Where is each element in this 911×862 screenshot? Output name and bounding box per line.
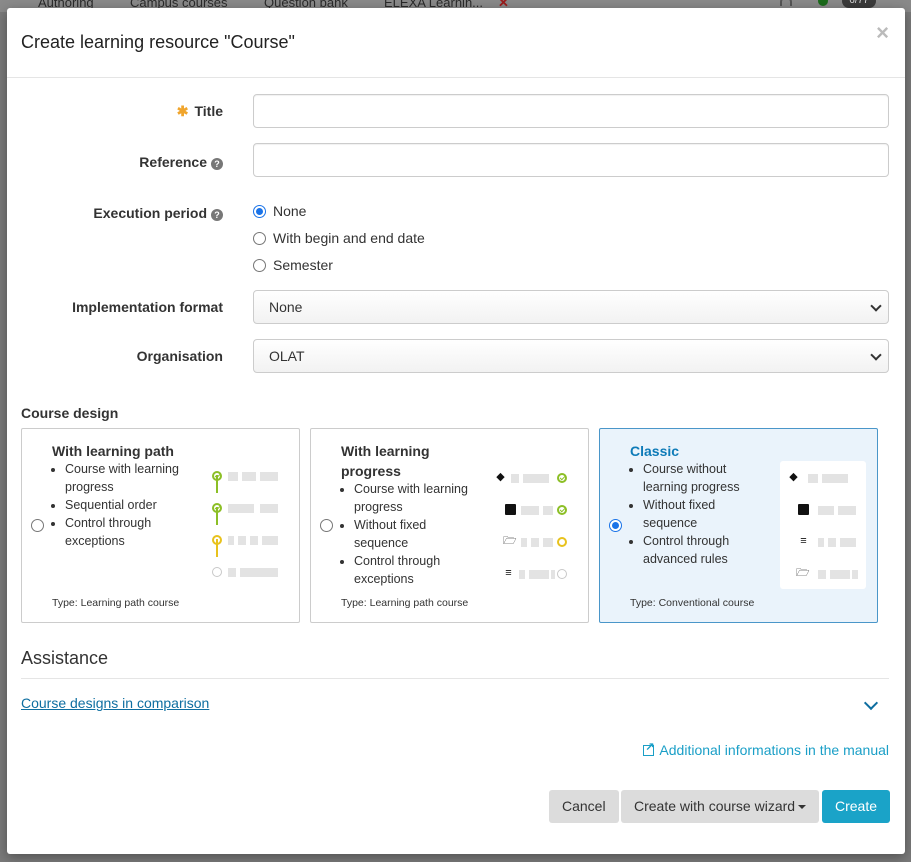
edit-icon: [505, 504, 516, 515]
learning-path-illustration: [202, 461, 288, 589]
list-item: Control through exceptions: [354, 552, 481, 588]
execution-option-label: Semester: [273, 257, 333, 273]
design-card-learning-progress[interactable]: With learning progress Course with learn…: [310, 428, 589, 623]
title-label: ✱ Title: [177, 103, 223, 120]
implementation-format-value: None: [269, 299, 303, 315]
help-icon[interactable]: ?: [211, 158, 223, 170]
implementation-format-select[interactable]: None: [253, 290, 889, 324]
classic-illustration: ◆ ≡ 🗁: [780, 461, 866, 589]
card-feature-list: Course with learning progress Sequential…: [52, 460, 192, 550]
reference-input[interactable]: [253, 143, 889, 177]
caret-down-icon: [798, 805, 807, 809]
execution-option-label: None: [273, 203, 307, 219]
card-feature-list: Course without learning progress Without…: [630, 460, 770, 568]
card-type: Type: Learning path course: [52, 597, 180, 609]
radio-button[interactable]: [253, 258, 266, 272]
rss-icon: [780, 0, 792, 6]
card-title: With learning path: [52, 443, 174, 459]
cube-icon: ◆: [496, 471, 505, 483]
execution-option-semester[interactable]: Semester: [253, 256, 333, 274]
course-wizard-button[interactable]: Create with course wizard: [621, 790, 820, 823]
design-card-classic[interactable]: Classic Course without learning progress…: [599, 428, 878, 623]
course-wizard-label: Create with course wizard: [634, 798, 796, 814]
background-badge: 6/77: [842, 0, 876, 8]
list-item: Course with learning progress: [65, 460, 192, 496]
execution-period-label-text: Execution period: [93, 205, 207, 221]
radio-button[interactable]: [320, 519, 333, 532]
list-item: Control through exceptions: [65, 514, 192, 550]
radio-button-checked[interactable]: [253, 204, 266, 218]
dialog-header: Create learning resource "Course" ×: [7, 8, 905, 78]
list-icon: ≡: [505, 567, 512, 579]
learning-progress-illustration: ◆ 🗁 ≡: [491, 461, 577, 589]
reference-label-text: Reference: [139, 154, 207, 170]
list-icon: ≡: [800, 535, 807, 547]
card-type: Type: Learning path course: [341, 597, 469, 609]
organisation-label: Organisation: [136, 348, 223, 364]
list-item: Control through advanced rules: [643, 532, 770, 568]
execution-option-none[interactable]: None: [253, 202, 306, 220]
course-design-label: Course design: [21, 405, 119, 421]
help-icon[interactable]: ?: [211, 209, 223, 221]
folder-icon: 🗁: [503, 535, 517, 547]
create-course-dialog: Create learning resource "Course" × ✱ Tit…: [7, 8, 905, 854]
assistance-heading: Assistance: [21, 648, 109, 668]
edit-icon: [798, 504, 809, 515]
course-designs-comparison-link[interactable]: Course designs in comparison: [21, 695, 209, 711]
card-title: With learning progress: [341, 443, 430, 479]
status-dot-icon: [818, 0, 828, 6]
list-item: Without fixed sequence: [354, 516, 481, 552]
title-input[interactable]: [253, 94, 889, 128]
manual-link-text[interactable]: Additional informations in the manual: [659, 742, 889, 758]
reference-label: Reference?: [139, 154, 223, 170]
close-icon[interactable]: ×: [876, 20, 889, 46]
chevron-down-icon: [870, 300, 882, 312]
manual-link[interactable]: Additional informations in the manual: [643, 740, 889, 758]
radio-button-checked[interactable]: [609, 519, 622, 532]
list-item: Course without learning progress: [643, 460, 770, 496]
folder-icon: 🗁: [796, 567, 810, 579]
list-item: Sequential order: [65, 496, 192, 514]
cancel-button[interactable]: Cancel: [549, 790, 619, 823]
organisation-value: OLAT: [269, 348, 305, 364]
execution-option-label: With begin and end date: [273, 230, 425, 246]
dialog-title: Create learning resource "Course": [21, 32, 295, 52]
design-card-learning-path[interactable]: With learning path Course with learning …: [21, 428, 300, 623]
list-item: Course with learning progress: [354, 480, 481, 516]
chevron-down-icon: [870, 349, 882, 361]
cube-icon: ◆: [789, 471, 798, 483]
divider: [21, 678, 889, 679]
title-label-text: Title: [194, 103, 223, 119]
card-type: Type: Conventional course: [630, 597, 755, 609]
external-link-icon: [643, 740, 655, 756]
card-title: Classic: [630, 443, 680, 459]
chevron-down-icon[interactable]: [863, 695, 879, 711]
required-icon: ✱: [176, 103, 189, 119]
list-item: Without fixed sequence: [643, 496, 770, 532]
implementation-format-label: Implementation format: [72, 299, 223, 315]
create-button[interactable]: Create: [822, 790, 891, 823]
card-feature-list: Course with learning progress Without fi…: [341, 480, 481, 588]
radio-button[interactable]: [31, 519, 44, 532]
organisation-select[interactable]: OLAT: [253, 339, 889, 373]
radio-button[interactable]: [253, 231, 266, 245]
execution-option-begin-end[interactable]: With begin and end date: [253, 229, 425, 247]
execution-period-label: Execution period?: [93, 205, 223, 221]
